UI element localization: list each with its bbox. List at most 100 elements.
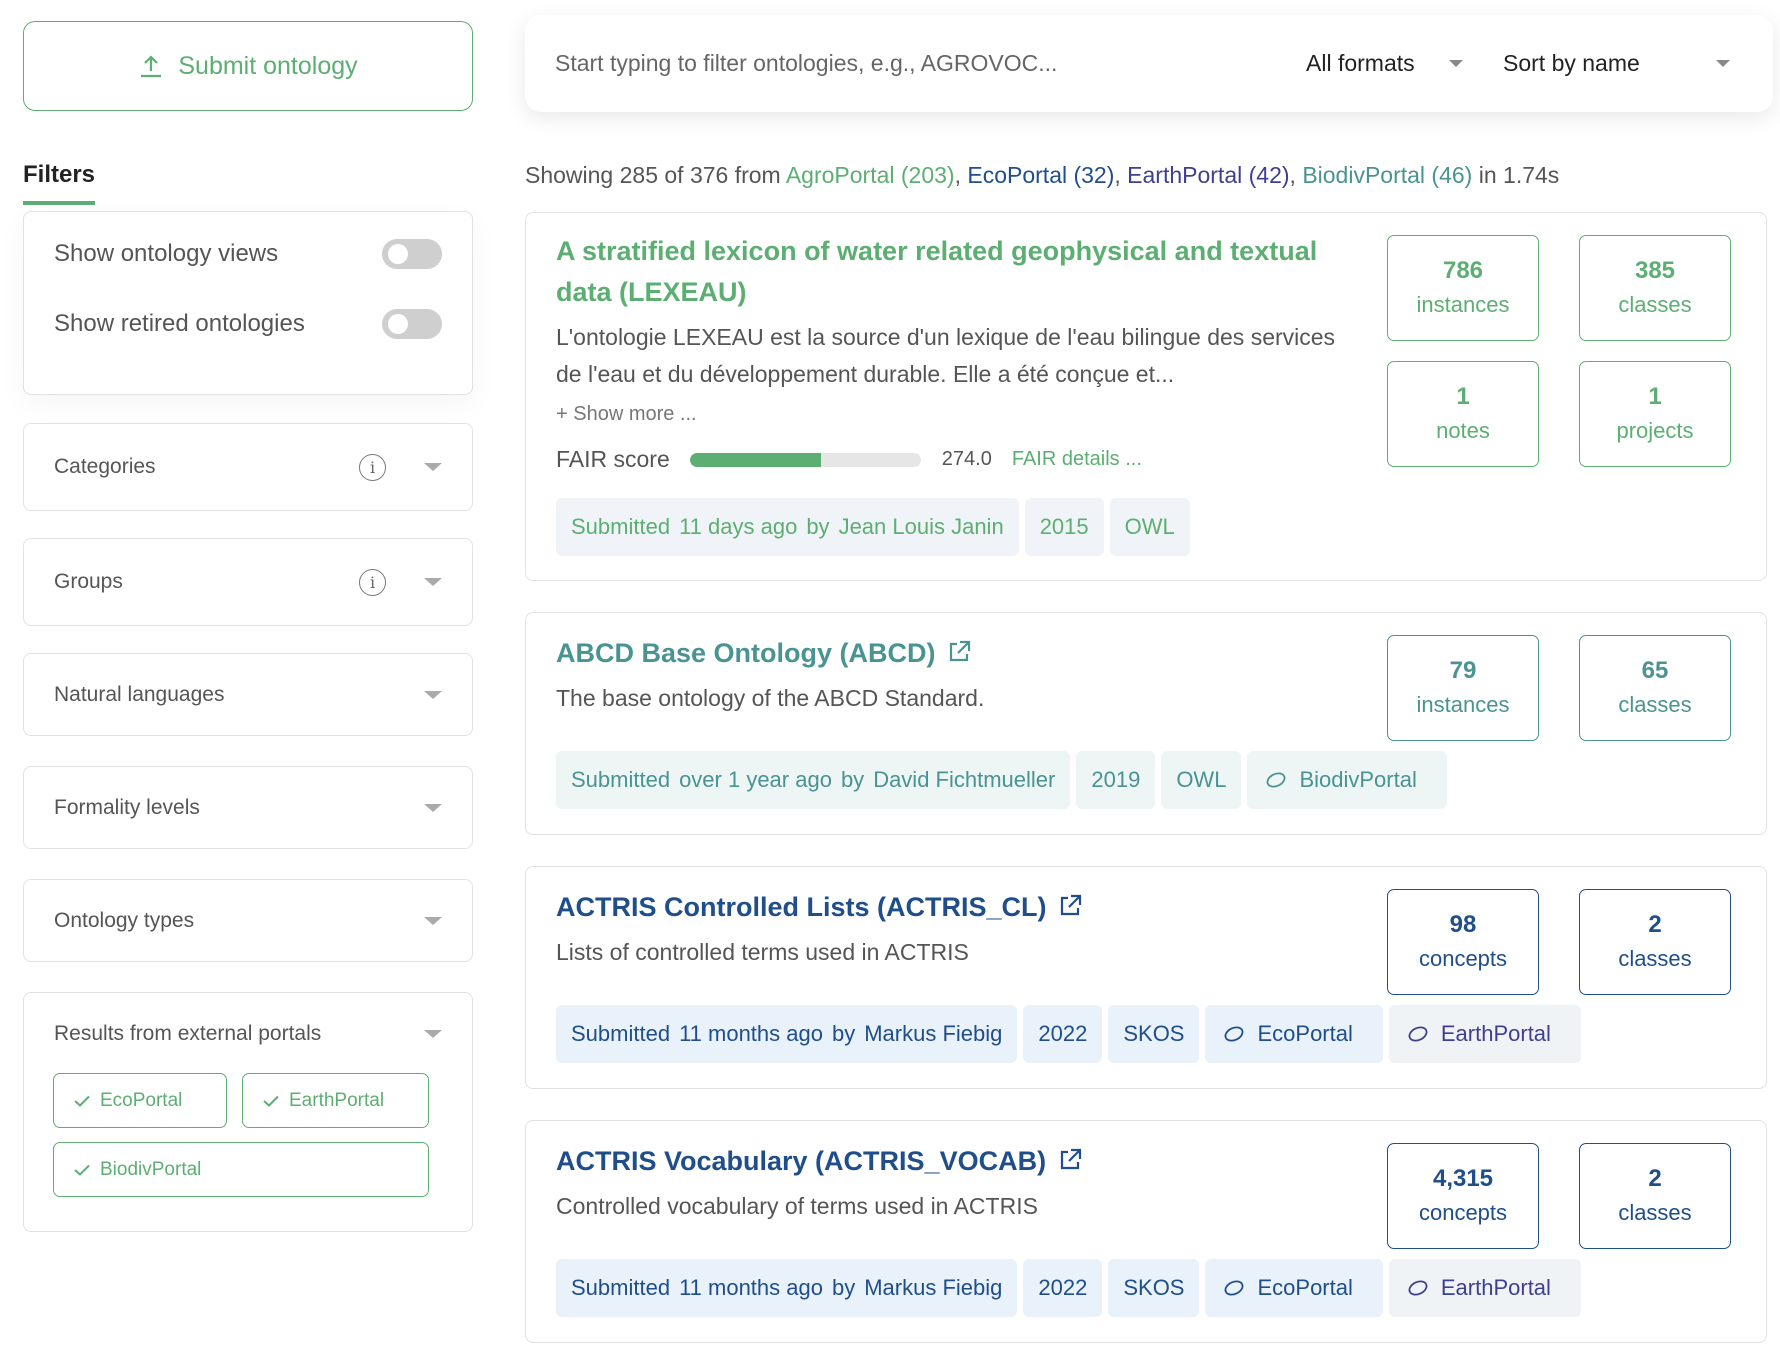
toggle-panel: Show ontology views Show retired ontolog…: [23, 211, 473, 395]
info-icon[interactable]: i: [359, 453, 386, 481]
filter-label: Categories: [54, 455, 156, 478]
format-tag: OWL: [1161, 751, 1242, 809]
summary-prefix: Showing 285 of 376 from: [525, 162, 786, 188]
filter-ontology-types[interactable]: Ontology types: [23, 879, 473, 962]
results-summary: Showing 285 of 376 from AgroPortal (203)…: [525, 162, 1559, 189]
summary-earthportal-link[interactable]: EarthPortal (42): [1127, 162, 1289, 188]
submitted-when: over 1 year ago: [679, 767, 832, 792]
fair-score-label: FAIR score: [556, 446, 670, 472]
sort-select[interactable]: Sort by name: [1503, 50, 1730, 77]
portal-tag-ecoportal[interactable]: EcoPortal: [1205, 1259, 1383, 1317]
filter-formality-levels[interactable]: Formality levels: [23, 766, 473, 849]
ontology-description: Controlled vocabulary of terms used in A…: [556, 1193, 1038, 1219]
submission-tag: Submitted 11 days ago by Jean Louis Jani…: [556, 498, 1019, 556]
submit-ontology-label: Submit ontology: [178, 51, 358, 80]
stat-notes[interactable]: 1 notes: [1387, 361, 1539, 467]
stat-value: 65: [1641, 657, 1669, 684]
portal-tag-earthportal[interactable]: EarthPortal: [1388, 1005, 1581, 1063]
year-tag: 2022: [1023, 1259, 1103, 1317]
chevron-down-icon: [424, 463, 442, 471]
portal-tag-ecoportal[interactable]: EcoPortal: [1205, 1005, 1383, 1063]
format-tag: SKOS: [1108, 1005, 1200, 1063]
ontology-title-link[interactable]: ABCD Base Ontology (ABCD): [556, 638, 936, 668]
ontology-title-link[interactable]: A stratified lexicon of water related ge…: [556, 236, 1317, 307]
stat-classes[interactable]: 385 classes: [1579, 235, 1731, 341]
fair-score-value: 274.0: [941, 448, 992, 470]
chevron-down-icon: [424, 578, 442, 586]
check-icon: [263, 1095, 279, 1107]
search-bar: All formats Sort by name: [525, 15, 1773, 112]
show-ontology-views-toggle[interactable]: [382, 239, 442, 269]
stat-classes[interactable]: 65 classes: [1579, 635, 1731, 741]
ontology-tags: Submitted over 1 year ago by David Ficht…: [556, 751, 1447, 809]
submitted-author: Jean Louis Janin: [838, 514, 1004, 539]
submitted-by-label: by: [831, 1021, 856, 1046]
stat-value: 98: [1449, 911, 1477, 938]
summary-separator: ,: [1114, 162, 1128, 188]
year-tag: 2015: [1024, 498, 1104, 556]
year-tag: 2019: [1076, 751, 1156, 809]
filter-categories[interactable]: Categories i: [23, 423, 473, 511]
submitted-author: David Fichtmueller: [873, 767, 1056, 792]
portal-tag-label: EcoPortal: [1257, 1021, 1353, 1046]
toggle-row-ontology-views: Show ontology views: [54, 234, 442, 274]
stat-classes[interactable]: 2 classes: [1579, 889, 1731, 995]
portal-ring-icon: [1225, 1280, 1244, 1296]
portal-option-biodivportal[interactable]: BiodivPortal: [53, 1142, 429, 1197]
submitted-when: 11 months ago: [679, 1275, 823, 1300]
stat-instances[interactable]: 79 instances: [1387, 635, 1539, 741]
stat-value: 1: [1648, 383, 1662, 410]
toggle-label: Show ontology views: [54, 240, 279, 267]
portal-ring-icon: [1266, 772, 1286, 788]
stat-concepts[interactable]: 4,315 concepts: [1387, 1143, 1539, 1249]
stat-value: 2: [1648, 911, 1662, 938]
stat-instances[interactable]: 786 instances: [1387, 235, 1539, 341]
sort-select-value: Sort by name: [1503, 50, 1640, 76]
external-link-icon[interactable]: [1057, 893, 1083, 919]
summary-ecoportal-link[interactable]: EcoPortal (32): [967, 162, 1114, 188]
filter-label: Formality levels: [54, 795, 200, 819]
portal-tag-label: EarthPortal: [1440, 1275, 1551, 1300]
stat-concepts[interactable]: 98 concepts: [1387, 889, 1539, 995]
filter-groups[interactable]: Groups i: [23, 538, 473, 626]
filter-label: Ontology types: [54, 908, 195, 932]
portal-option-earthportal[interactable]: EarthPortal: [242, 1073, 429, 1128]
toggle-label: Show retired ontologies: [54, 310, 305, 337]
show-more-link[interactable]: + Show more ...: [556, 403, 1356, 426]
external-link-icon[interactable]: [1057, 1147, 1083, 1173]
submitted-by-label: by: [831, 1275, 856, 1300]
summary-separator: ,: [1289, 162, 1303, 188]
info-icon[interactable]: i: [359, 568, 386, 596]
external-portals-header[interactable]: Results from external portals: [54, 993, 442, 1069]
stat-classes[interactable]: 2 classes: [1579, 1143, 1731, 1249]
submitted-when: 11 days ago: [679, 514, 798, 539]
stat-value: 79: [1449, 657, 1477, 684]
ontology-card: ACTRIS Controlled Lists (ACTRIS_CL) List…: [525, 866, 1767, 1089]
card-body: ACTRIS Vocabulary (ACTRIS_VOCAB) Control…: [556, 1121, 1356, 1225]
format-tag: OWL: [1109, 498, 1190, 556]
stat-label: concepts: [1418, 946, 1508, 971]
ontology-card: A stratified lexicon of water related ge…: [525, 212, 1767, 581]
format-select[interactable]: All formats: [1306, 50, 1463, 77]
portal-option-ecoportal[interactable]: EcoPortal: [53, 1073, 227, 1128]
fair-details-link[interactable]: FAIR details ...: [1012, 448, 1142, 471]
ontology-title-link[interactable]: ACTRIS Vocabulary (ACTRIS_VOCAB): [556, 1146, 1046, 1176]
ontology-title-link[interactable]: ACTRIS Controlled Lists (ACTRIS_CL): [556, 892, 1047, 922]
stat-projects[interactable]: 1 projects: [1579, 361, 1731, 467]
stat-value: 2: [1648, 1165, 1662, 1192]
summary-agroportal-link[interactable]: AgroPortal (203): [786, 162, 955, 188]
summary-suffix: in 1.74s: [1472, 162, 1560, 188]
ontology-description: L'ontologie LEXEAU est la source d'un le…: [556, 324, 1336, 387]
show-retired-ontologies-toggle[interactable]: [382, 309, 442, 339]
stat-label: classes: [1618, 692, 1692, 717]
submit-ontology-button[interactable]: Submit ontology: [23, 21, 473, 111]
check-icon: [74, 1164, 90, 1176]
portal-tag-earthportal[interactable]: EarthPortal: [1388, 1259, 1581, 1317]
filter-natural-languages[interactable]: Natural languages: [23, 653, 473, 736]
search-input[interactable]: [555, 50, 1275, 77]
ontology-card: ACTRIS Vocabulary (ACTRIS_VOCAB) Control…: [525, 1120, 1767, 1343]
stat-label: classes: [1618, 1200, 1692, 1225]
portal-tag-biodivportal[interactable]: BiodivPortal: [1247, 751, 1447, 809]
external-link-icon[interactable]: [946, 639, 972, 665]
summary-biodivportal-link[interactable]: BiodivPortal (46): [1302, 162, 1472, 188]
